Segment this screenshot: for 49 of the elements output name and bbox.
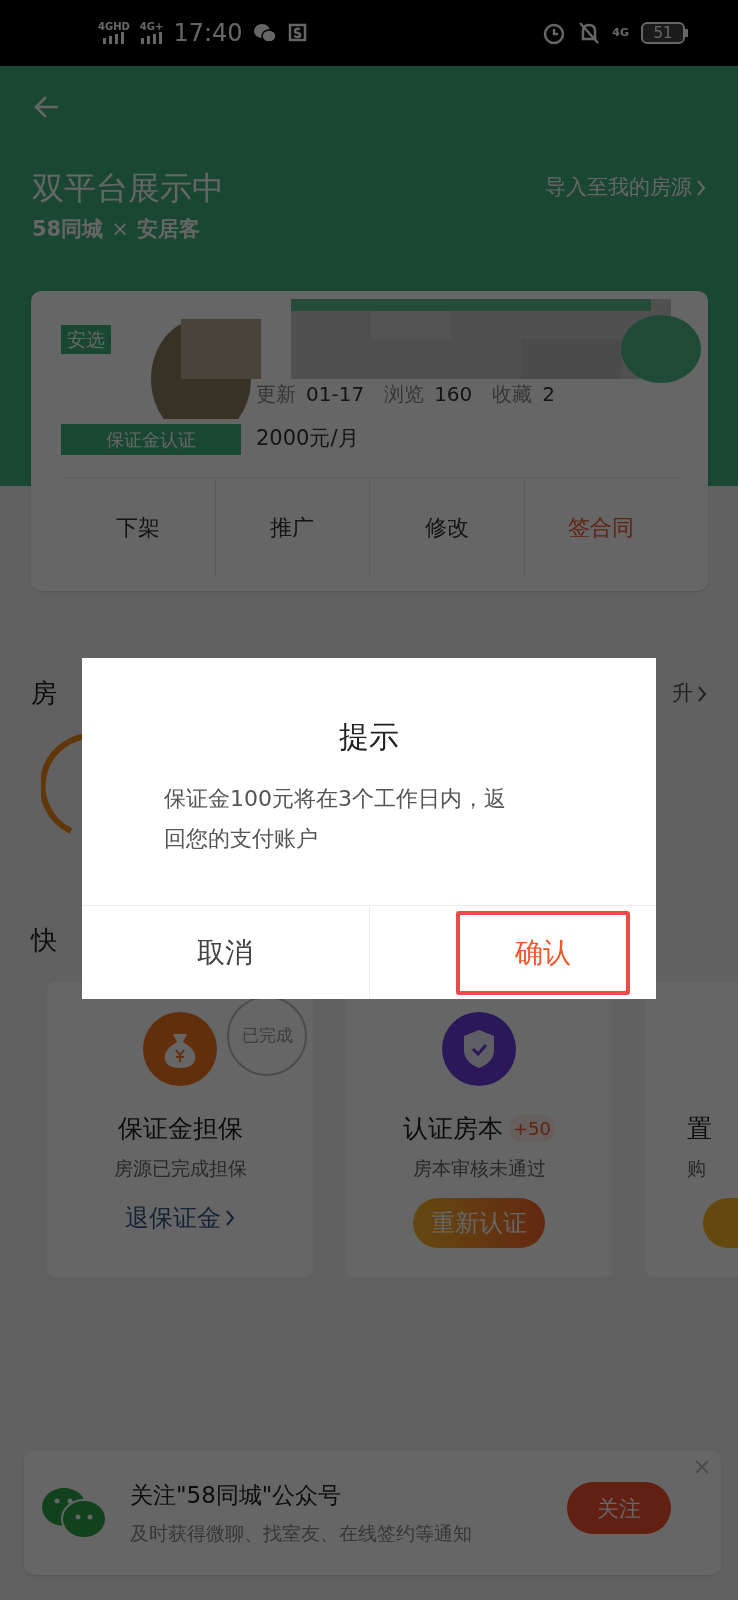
service-title: 认证房本	[403, 1113, 503, 1145]
recertify-button[interactable]: 重新认证	[413, 1198, 545, 1248]
action-button[interactable]: 推广	[214, 478, 369, 577]
battery-level: 51	[653, 25, 673, 41]
dialog-message: 保证金100元将在3个工作日内，返回您的支付账户	[164, 785, 507, 853]
chevron-icon	[696, 179, 706, 197]
action-button[interactable]: 下架	[61, 478, 215, 577]
stat-value: 01-17	[306, 381, 365, 408]
brand-logo: 安居客	[136, 216, 200, 243]
signal-label: 4G+	[139, 22, 164, 32]
bonus-badge: +50	[509, 1115, 555, 1143]
brand-logo: 58同城	[32, 216, 104, 243]
price: 2000元/月	[256, 425, 360, 452]
signal-label: 4GHD	[98, 22, 130, 32]
chevron-icon	[225, 1209, 235, 1227]
section-title: 房	[31, 677, 57, 710]
dialog-button[interactable]: 确认	[455, 910, 630, 995]
chat-icon	[252, 22, 277, 44]
refund-link[interactable]: 退保证金	[125, 1200, 221, 1236]
chevron-icon	[697, 684, 707, 703]
action-button[interactable]: 修改	[369, 478, 524, 577]
clock: 17:40	[173, 18, 243, 49]
money-bag-icon	[143, 1012, 217, 1086]
action-button[interactable]: 签合同	[523, 478, 678, 577]
muted-bell-icon	[578, 21, 601, 45]
signal-icon	[102, 32, 125, 44]
dialog-title: 提示	[338, 718, 400, 756]
service-subtitle: 房本审核未通过	[412, 1155, 546, 1181]
header-title: 双平台展示中	[32, 168, 224, 209]
stat-value: 160	[434, 381, 473, 408]
deposit-tag: 保证金认证	[61, 424, 241, 455]
stat-value: 2	[542, 381, 556, 408]
service-title: 保证金担保	[117, 1113, 243, 1145]
service-title: 置	[687, 1113, 712, 1145]
section-title: 快	[31, 924, 57, 957]
follow-button[interactable]: 关注	[567, 1482, 671, 1534]
shield-check-icon	[442, 1012, 516, 1086]
service-subtitle: 房源已完成担保	[113, 1155, 247, 1181]
import-link[interactable]: 导入至我的房源	[545, 172, 692, 204]
banner-title: 关注"58同城"公众号	[130, 1481, 342, 1510]
service-subtitle: 购	[686, 1155, 706, 1181]
screenshot-icon	[286, 22, 309, 44]
dialog-button[interactable]: 取消	[138, 910, 313, 995]
alarm-icon	[542, 21, 567, 45]
select-badge: 安选	[61, 325, 111, 354]
network-label: 4G	[612, 24, 629, 41]
improve-link[interactable]: 升	[672, 677, 693, 710]
signal-icon	[140, 32, 163, 44]
brand-separator: ×	[111, 216, 129, 243]
